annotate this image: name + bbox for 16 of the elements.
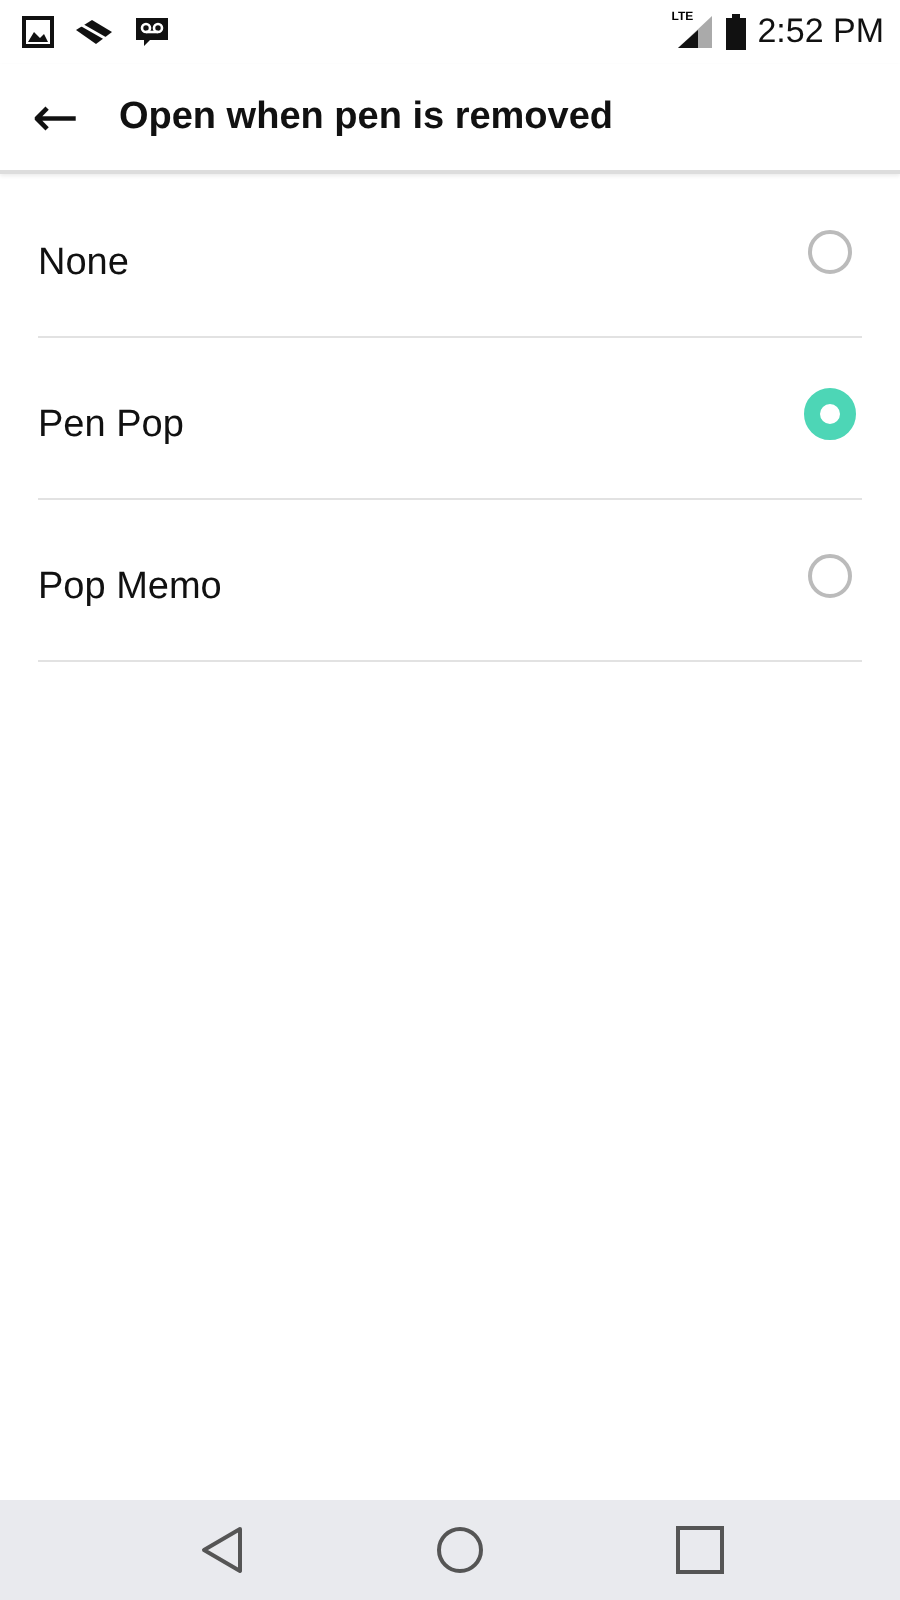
image-icon: [22, 16, 54, 48]
option-label[interactable]: Pop Memo: [38, 566, 222, 610]
home-nav-icon[interactable]: [436, 1526, 484, 1574]
page-title: Open when pen is removed: [118, 95, 614, 139]
back-button[interactable]: ←: [16, 89, 95, 145]
option-label[interactable]: Pen Pop: [38, 404, 184, 448]
back-nav-icon[interactable]: [200, 1526, 244, 1574]
clock: 2:52 PM: [757, 12, 884, 52]
recents-nav-icon[interactable]: [676, 1526, 724, 1574]
battery-icon: [725, 14, 746, 50]
radio-button[interactable]: [804, 387, 856, 439]
option-label[interactable]: None: [38, 242, 129, 286]
radio-button[interactable]: [808, 553, 852, 597]
voicemail-icon: [134, 16, 170, 48]
radio-button[interactable]: [808, 229, 852, 273]
signal-icon: [677, 16, 714, 48]
